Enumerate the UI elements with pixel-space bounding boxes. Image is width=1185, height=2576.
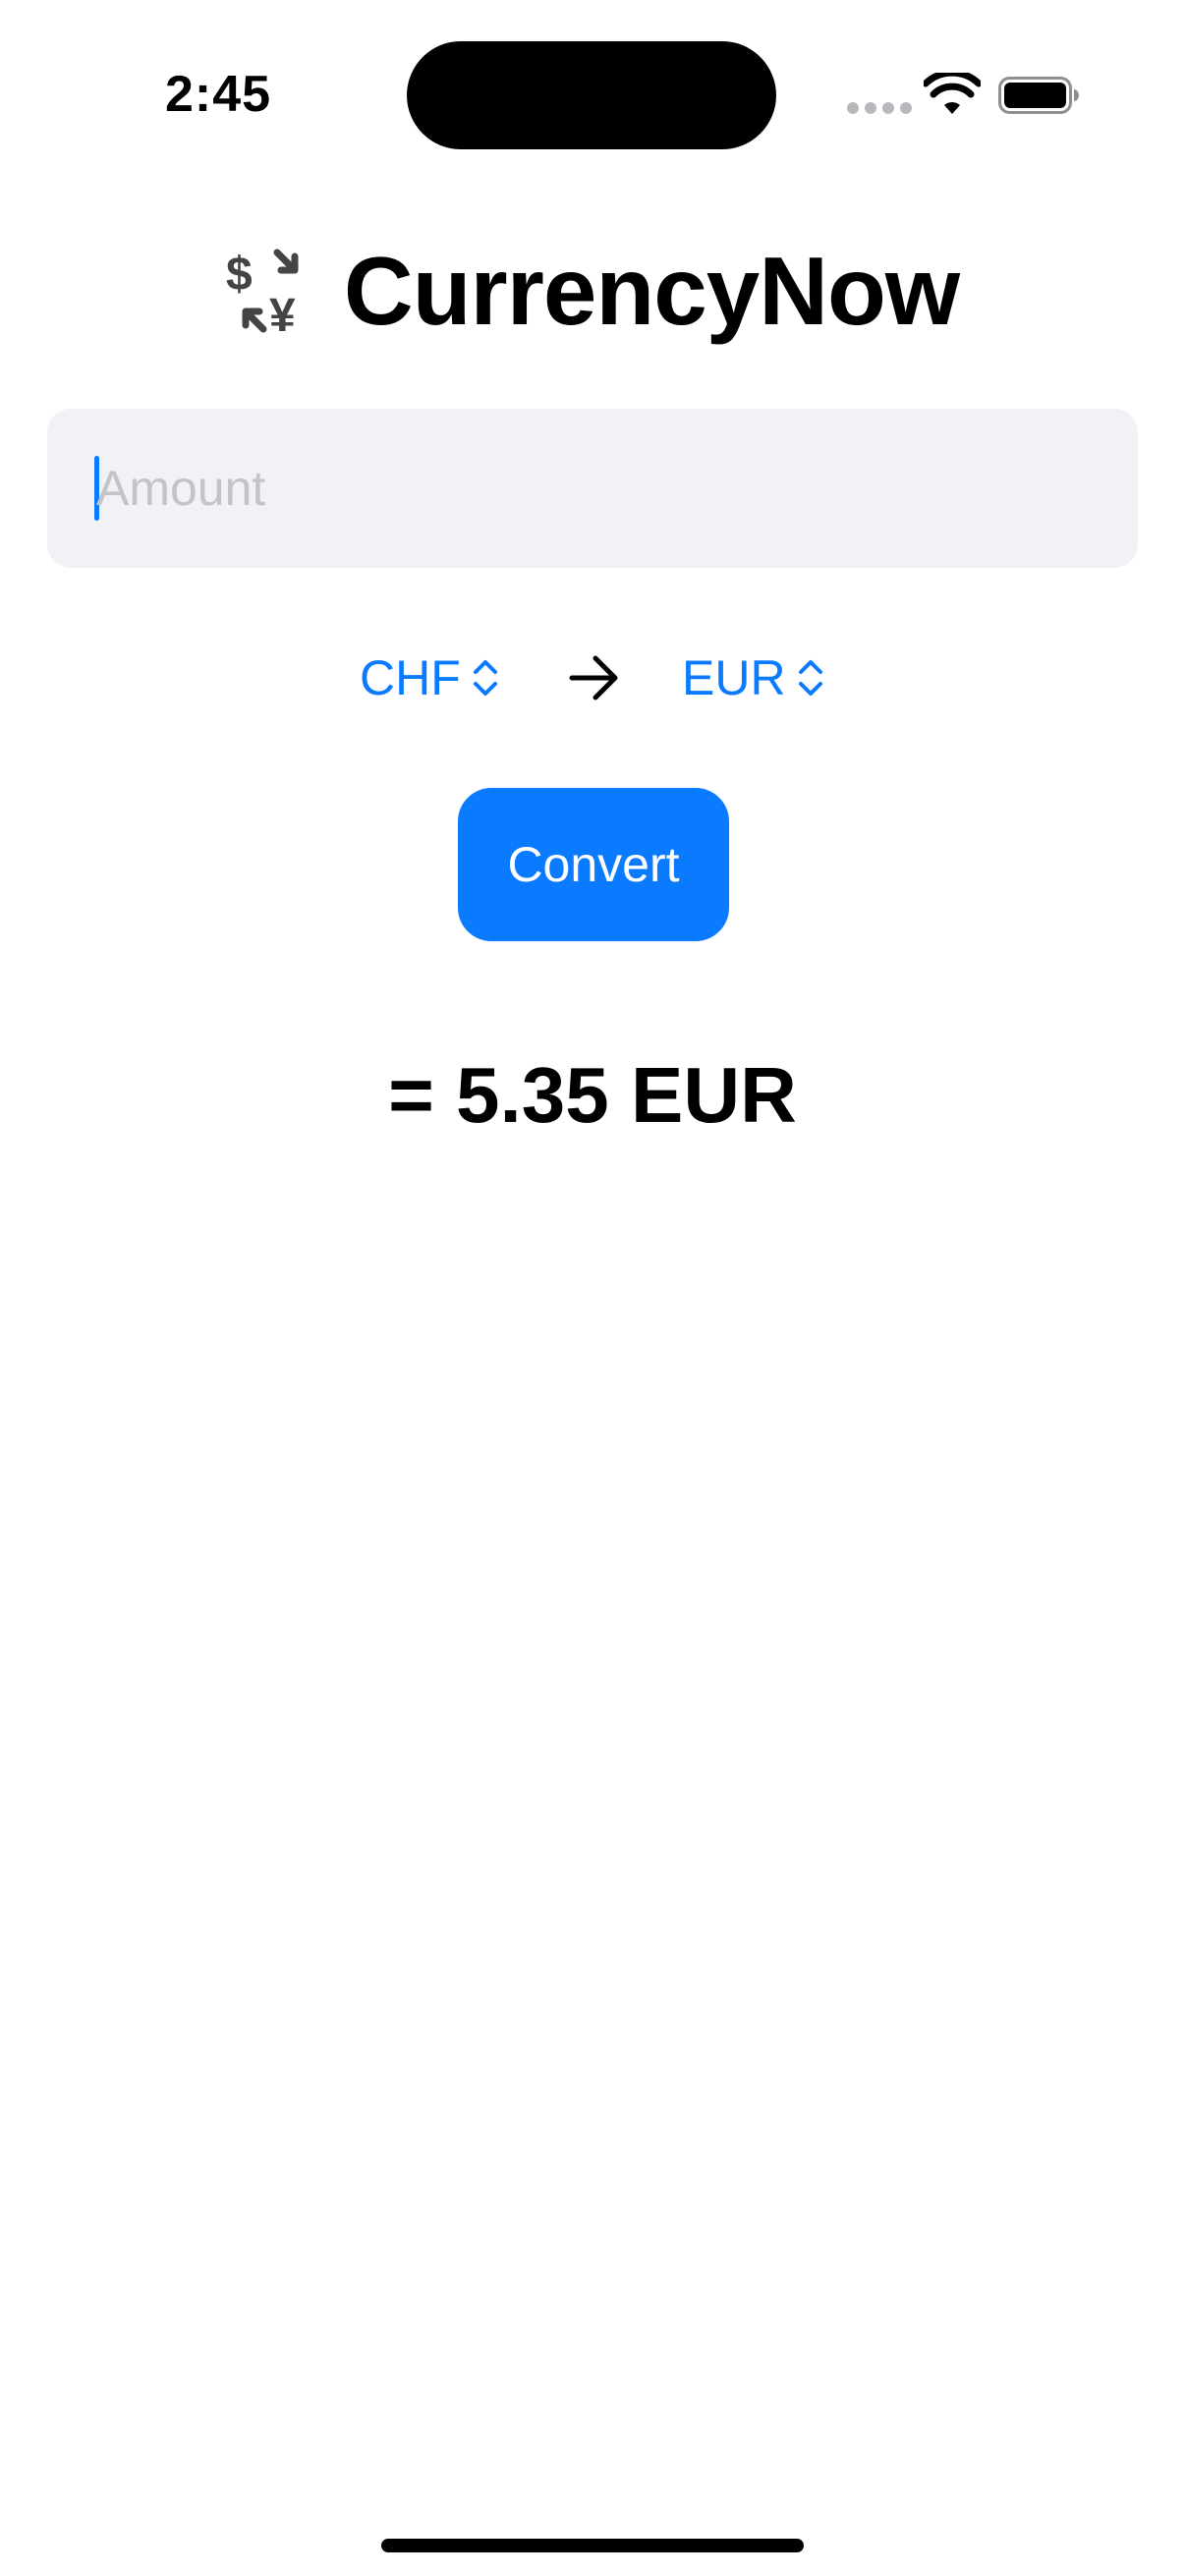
svg-text:¥: ¥ — [269, 290, 296, 335]
from-currency-picker[interactable]: CHF — [360, 639, 500, 717]
amount-field[interactable] — [47, 409, 1138, 568]
arrow-right-icon — [569, 655, 618, 700]
wifi-icon — [924, 73, 981, 114]
app-title: CurrencyNow — [343, 237, 960, 345]
currency-picker-row: CHF EUR — [0, 639, 1185, 717]
cellular-signal-icon — [847, 102, 912, 114]
svg-text:$: $ — [226, 249, 253, 301]
dynamic-island — [407, 41, 776, 149]
amount-input[interactable] — [96, 436, 1079, 540]
app-header: $ ¥ CurrencyNow — [0, 232, 1185, 350]
from-currency-label: CHF — [360, 650, 461, 705]
convert-button[interactable]: Convert — [458, 788, 729, 941]
chevron-up-down-icon — [473, 660, 497, 696]
home-indicator[interactable] — [381, 2539, 804, 2552]
currency-exchange-icon: $ ¥ — [226, 249, 299, 335]
screen: 2:45 $ ¥ CurrencyNow CHF — [0, 0, 1185, 2576]
conversion-result: = 5.35 EUR — [388, 1051, 797, 1139]
to-currency-picker[interactable]: EUR — [682, 639, 825, 717]
chevron-up-down-icon — [798, 660, 822, 696]
status-time: 2:45 — [165, 66, 272, 123]
to-currency-label: EUR — [682, 650, 786, 705]
battery-icon — [998, 77, 1079, 114]
